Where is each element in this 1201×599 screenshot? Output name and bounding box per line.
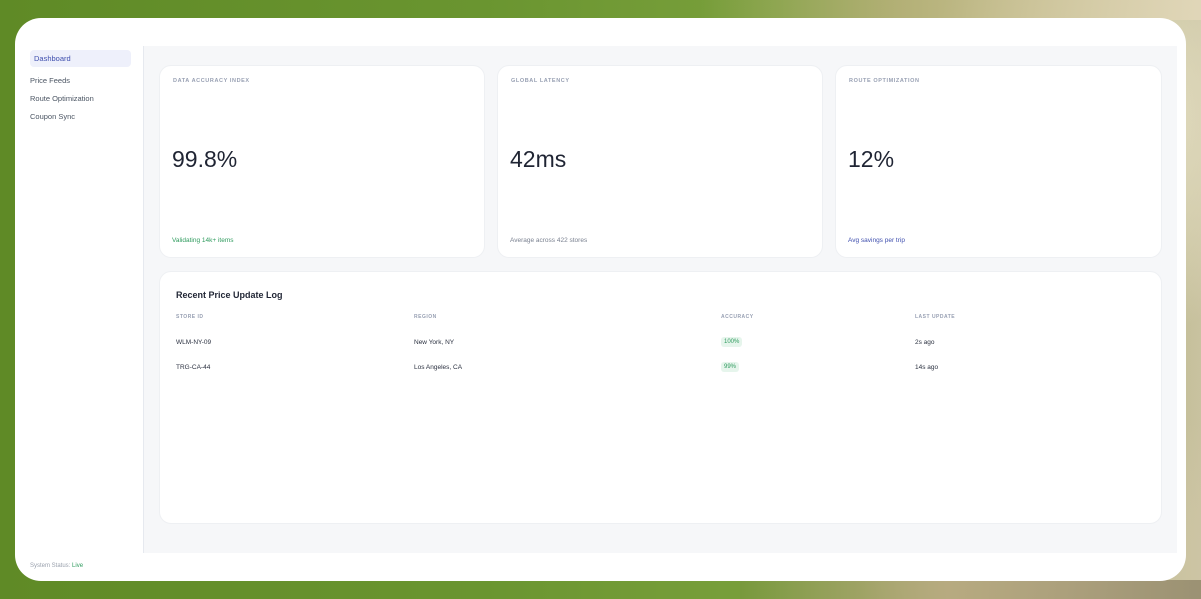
metric-value: 12%	[848, 146, 895, 172]
metric-card-data-accuracy: DATA ACCURACY INDEX 99.8% Validating 14k…	[159, 65, 485, 258]
background-highlight-bottom	[740, 580, 1201, 599]
metric-label: GLOBAL LATENCY	[511, 78, 570, 84]
system-status: System Status: Live	[30, 563, 83, 569]
metric-value: 99.8%	[172, 146, 238, 172]
metric-subtext: Validating 14k+ items	[172, 237, 234, 244]
cell-region: New York, NY	[414, 339, 455, 346]
system-status-value: Live	[72, 563, 84, 569]
metric-label: ROUTE OPTIMIZATION	[849, 78, 920, 84]
cell-region: Los Angeles, CA	[414, 364, 463, 371]
app-window: Dashboard Price Feeds Route Optimization…	[15, 18, 1186, 581]
system-status-label: System Status:	[30, 563, 71, 569]
sidebar: Dashboard Price Feeds Route Optimization…	[15, 46, 144, 569]
accuracy-badge: 99%	[721, 362, 740, 372]
main-content: DATA ACCURACY INDEX 99.8% Validating 14k…	[144, 46, 1177, 553]
sidebar-item-route-optimization[interactable]: Route Optimization	[30, 90, 131, 107]
metric-card-global-latency: GLOBAL LATENCY 42ms Average across 422 s…	[497, 65, 823, 258]
cell-last-update: 2s ago	[915, 339, 935, 346]
column-header-last-update: LAST UPDATE	[915, 314, 956, 320]
cell-store-id: WLM-NY-09	[176, 339, 212, 346]
metric-subtext: Avg savings per trip	[848, 237, 905, 244]
metric-value: 42ms	[510, 146, 567, 172]
sidebar-item-dashboard[interactable]: Dashboard	[30, 50, 131, 67]
metric-subtext: Average across 422 stores	[510, 237, 588, 244]
column-header-region: REGION	[414, 314, 437, 320]
background-highlight-top	[700, 0, 1201, 20]
cell-store-id: TRG-CA-44	[176, 364, 211, 371]
cell-last-update: 14s ago	[915, 364, 939, 371]
column-header-accuracy: ACCURACY	[721, 314, 754, 320]
log-title: Recent Price Update Log	[176, 290, 283, 300]
column-header-store-id: STORE ID	[176, 314, 204, 320]
sidebar-item-coupon-sync[interactable]: Coupon Sync	[30, 108, 131, 125]
price-update-log-card: Recent Price Update Log STORE ID REGION …	[159, 271, 1162, 524]
metric-card-route-optimization: ROUTE OPTIMIZATION 12% Avg savings per t…	[835, 65, 1162, 258]
metric-label: DATA ACCURACY INDEX	[173, 78, 250, 84]
sidebar-item-price-feeds[interactable]: Price Feeds	[30, 72, 131, 89]
accuracy-badge: 100%	[721, 337, 743, 347]
